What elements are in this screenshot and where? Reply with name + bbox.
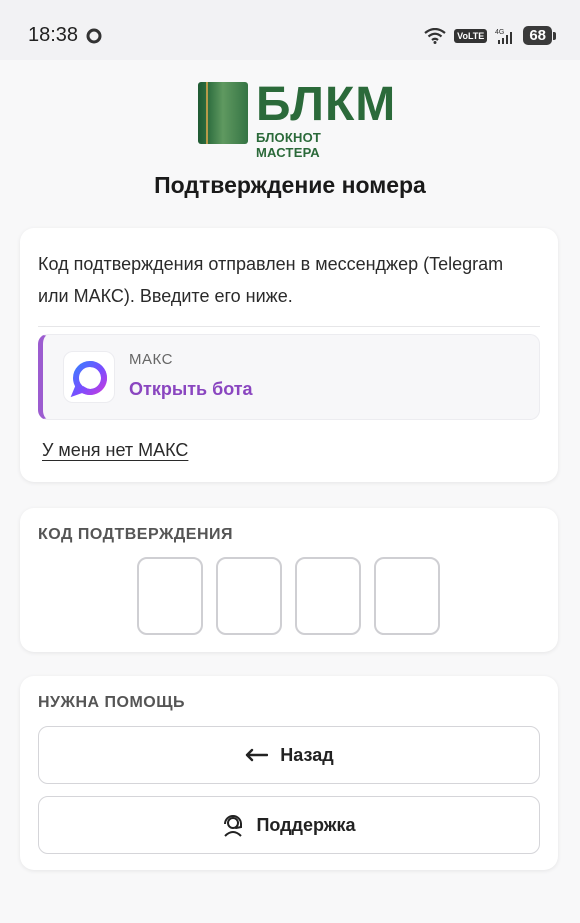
no-max-link[interactable]: У меня нет МАКС (42, 440, 188, 461)
headset-icon (222, 813, 244, 837)
back-button-label: Назад (280, 744, 334, 765)
screen-content: БЛКМ БЛОКНОТ МАСТЕРА Подтверждение номер… (0, 60, 580, 923)
divider (38, 326, 540, 327)
help-card: НУЖНА ПОМОЩЬ Назад Поддержка (20, 676, 558, 870)
messenger-card: Код подтверждения отправлен в мессенджер… (20, 228, 558, 482)
signal-4g-label: 4G (495, 29, 504, 36)
code-digit-input[interactable] (374, 557, 440, 635)
messenger-notification-icon (86, 28, 102, 44)
brand-logo: БЛКМ БЛОКНОТ МАСТЕРА (198, 78, 395, 160)
max-logo-icon (70, 361, 107, 398)
support-button-label: Поддержка (256, 814, 356, 835)
status-time: 18:38 (28, 24, 79, 46)
code-card: КОД ПОДТВЕРЖДЕНИЯ (20, 508, 558, 652)
wifi-icon (424, 27, 446, 44)
volte-badge: VoLTE (454, 28, 488, 43)
code-label: КОД ПОДТВЕРЖДЕНИЯ (38, 526, 234, 543)
status-icons: VoLTE 4G 68 (424, 26, 556, 45)
max-label: МАКС (129, 351, 173, 368)
help-label: НУЖНА ПОМОЩЬ (38, 694, 186, 711)
open-bot-link[interactable]: Открыть бота (129, 379, 253, 400)
battery-indicator: 68 (523, 26, 556, 45)
brand-title: БЛКМ (256, 78, 397, 131)
max-app-icon (63, 351, 115, 403)
code-digit-input[interactable] (137, 557, 203, 635)
info-text: Код подтверждения отправлен в мессенджер… (38, 254, 504, 306)
brand-subtitle: БЛОКНОТ МАСТЕРА (256, 130, 322, 160)
code-digit-input[interactable] (216, 557, 282, 635)
arrow-left-icon (244, 748, 269, 762)
signal-icon: 4G (495, 29, 513, 44)
support-button[interactable]: Поддержка (38, 796, 540, 854)
code-input-group (137, 557, 440, 635)
code-digit-input[interactable] (295, 557, 361, 635)
status-bar: 18:38 VoLTE 4G 68 (0, 0, 580, 60)
back-button[interactable]: Назад (38, 726, 540, 784)
open-bot-button[interactable]: МАКС Открыть бота (38, 334, 540, 420)
page-title: Подтверждение номера (154, 172, 426, 198)
notebook-icon (198, 82, 248, 144)
